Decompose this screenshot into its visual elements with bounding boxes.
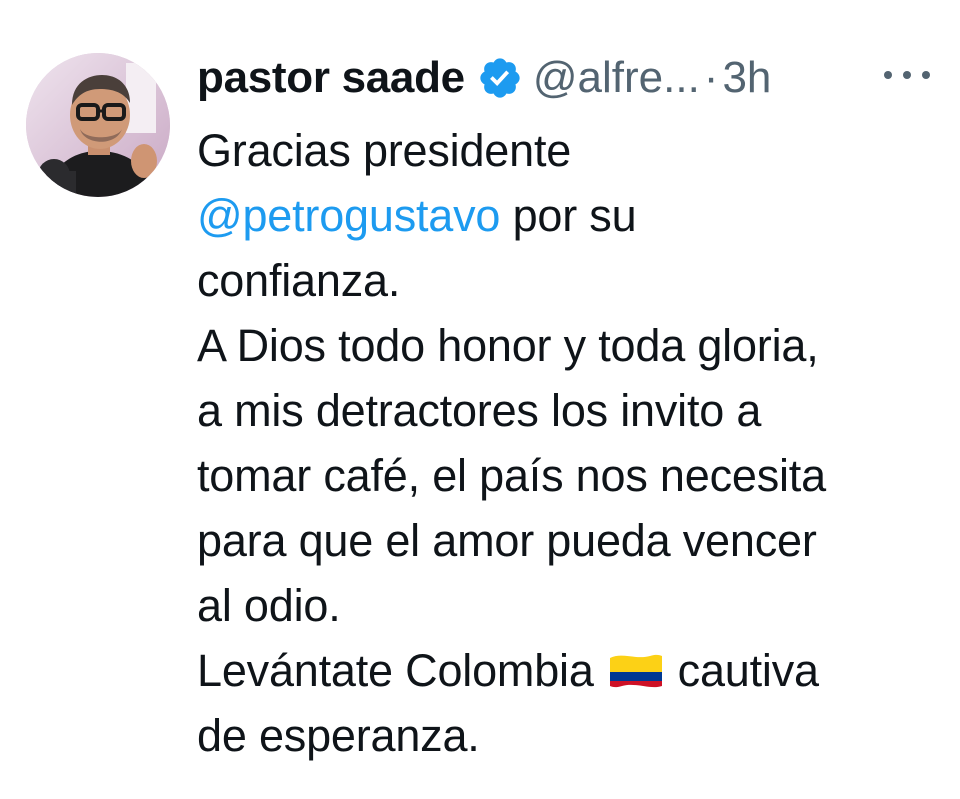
display-name[interactable]: pastor saade	[197, 53, 465, 103]
tweet-line: al odio.	[197, 580, 341, 631]
tweet-line-text: por su	[500, 190, 637, 241]
colombia-flag-icon	[609, 654, 662, 688]
tweet-line: Gracias presidente	[197, 125, 572, 176]
tweet-line: A Dios todo honor y toda gloria,	[197, 320, 819, 371]
separator-dot: ·	[703, 53, 719, 102]
more-horizontal-icon[interactable]	[884, 60, 930, 90]
tweet-line: a mis detractores los invito a	[197, 385, 762, 436]
avatar-photo	[26, 53, 170, 197]
tweet-text: Gracias presidente @petrogustavo por su …	[197, 118, 937, 768]
tweet-line: tomar café, el país nos necesita	[197, 450, 826, 501]
more-dot	[922, 71, 930, 79]
tweet-line: para que el amor pueda vencer	[197, 515, 817, 566]
tweet-line: de esperanza.	[197, 710, 480, 761]
tweet[interactable]: pastor saade @alfre... · 3h Gracias pres…	[0, 0, 960, 799]
verified-badge-icon[interactable]	[477, 55, 523, 101]
avatar[interactable]	[26, 53, 170, 197]
tweet-line: Levántate Colombia cautiva	[197, 638, 937, 703]
tweet-line-text: Levántate Colombia	[197, 645, 594, 696]
tweet-line: @petrogustavo por su	[197, 183, 937, 248]
mention-link[interactable]: @petrogustavo	[197, 190, 500, 241]
tweet-line-text: cautiva	[677, 645, 819, 696]
tweet-line: confianza.	[197, 255, 401, 306]
timestamp[interactable]: 3h	[722, 53, 771, 103]
more-dot	[884, 71, 892, 79]
user-handle[interactable]: @alfre...	[533, 53, 700, 103]
more-dot	[903, 71, 911, 79]
tweet-header: pastor saade @alfre... · 3h	[197, 52, 771, 104]
